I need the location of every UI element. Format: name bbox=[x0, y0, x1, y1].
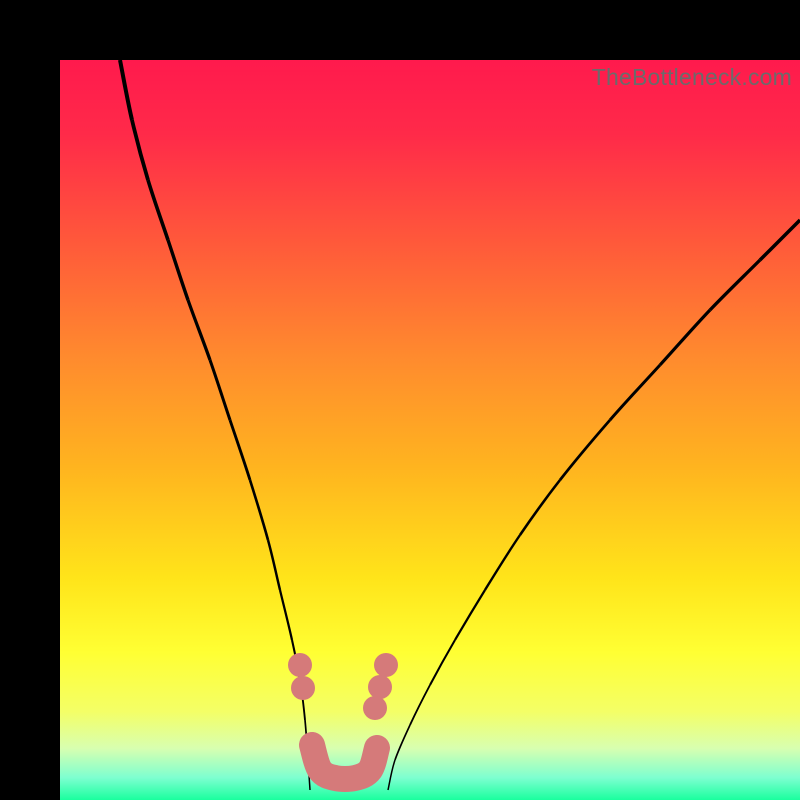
plot-area: TheBottleneck.com bbox=[60, 60, 800, 800]
data-marker bbox=[374, 653, 398, 677]
chart-frame: TheBottleneck.com bbox=[0, 0, 800, 800]
data-marker bbox=[363, 696, 387, 720]
data-marker bbox=[291, 676, 315, 700]
data-marker bbox=[368, 675, 392, 699]
curves-layer bbox=[60, 60, 800, 800]
right-curve bbox=[388, 220, 800, 790]
left-curve bbox=[120, 60, 310, 790]
data-marker bbox=[288, 653, 312, 677]
watermark-text: TheBottleneck.com bbox=[592, 64, 792, 91]
bottom-arc-marker bbox=[312, 745, 377, 779]
